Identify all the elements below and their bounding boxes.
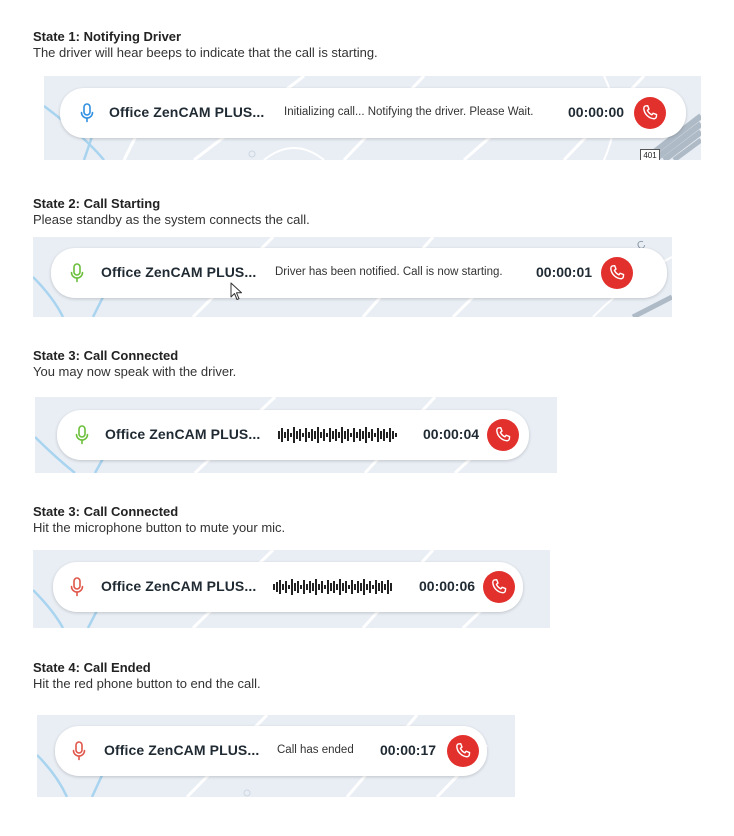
map-background: Office ZenCAM PLUS... 00:00:06 (33, 550, 550, 628)
phone-icon (489, 577, 509, 597)
microphone-icon[interactable] (74, 425, 90, 445)
state-3-mute-section: State 3: Call Connected Hit the micropho… (33, 504, 285, 536)
phone-icon (493, 425, 513, 445)
call-status-text: Driver has been notified. Call is now st… (275, 266, 503, 278)
state-description: Please standby as the system connects th… (33, 212, 310, 227)
end-call-button[interactable] (483, 571, 515, 603)
phone-icon (453, 741, 473, 761)
call-bar: Office ZenCAM PLUS... 00:00:04 (57, 410, 529, 460)
highway-shield: 401 (640, 149, 660, 160)
phone-icon (607, 263, 627, 283)
microphone-icon[interactable] (71, 741, 87, 761)
caller-name: Office ZenCAM PLUS... (101, 264, 257, 280)
call-bar: Office ZenCAM PLUS... 00:00:06 (53, 562, 523, 612)
map-background: Office ZenCAM PLUS... 00:00:04 (35, 397, 557, 473)
state-1-section: State 1: Notifying Driver The driver wil… (33, 29, 378, 61)
call-bar: Office ZenCAM PLUS... Initializing call.… (60, 88, 686, 138)
state-description: The driver will hear beeps to indicate t… (33, 45, 378, 60)
phone-icon (640, 103, 660, 123)
map-background: C Office ZenCAM PLUS... Driver has been … (33, 237, 672, 317)
state-description: Hit the red phone button to end the call… (33, 676, 261, 691)
mouse-cursor-icon (230, 282, 242, 300)
call-timer: 00:00:00 (568, 104, 625, 120)
state-description: Hit the microphone button to mute your m… (33, 520, 286, 535)
end-call-button[interactable] (601, 257, 633, 289)
caller-name: Office ZenCAM PLUS... (109, 104, 265, 120)
state-title: State 1: Notifying Driver (33, 29, 182, 44)
state-4-section: State 4: Call Ended Hit the red phone bu… (33, 660, 261, 692)
call-status-text: Initializing call... Notifying the drive… (284, 106, 534, 118)
state-title: State 4: Call Ended (33, 660, 151, 675)
end-call-button[interactable] (487, 419, 519, 451)
audio-waveform-icon (273, 579, 392, 595)
state-2-section: State 2: Call Starting Please standby as… (33, 196, 310, 228)
map-background: Office ZenCAM PLUS... Call has ended 00:… (37, 715, 515, 797)
caller-name: Office ZenCAM PLUS... (105, 426, 261, 442)
microphone-icon[interactable] (69, 263, 85, 283)
end-call-button[interactable] (447, 735, 479, 767)
call-timer: 00:00:04 (423, 426, 480, 442)
state-title: State 3: Call Connected (33, 504, 179, 519)
call-timer: 00:00:06 (419, 578, 476, 594)
caller-name: Office ZenCAM PLUS... (104, 742, 260, 758)
call-timer: 00:00:01 (536, 264, 593, 280)
state-3-section: State 3: Call Connected You may now spea… (33, 348, 236, 380)
microphone-icon[interactable] (79, 103, 95, 123)
map-background: 401 Office ZenCAM PLUS... Initializing c… (44, 76, 701, 160)
state-title: State 2: Call Starting (33, 196, 161, 211)
end-call-button[interactable] (634, 97, 666, 129)
microphone-icon[interactable] (69, 577, 85, 597)
call-timer: 00:00:17 (380, 742, 437, 758)
state-description: You may now speak with the driver. (33, 364, 237, 379)
call-bar: Office ZenCAM PLUS... Call has ended 00:… (55, 726, 487, 776)
call-status-text: Call has ended (277, 744, 354, 756)
state-title: State 3: Call Connected (33, 348, 179, 363)
caller-name: Office ZenCAM PLUS... (101, 578, 257, 594)
call-bar: Office ZenCAM PLUS... Driver has been no… (51, 248, 667, 298)
audio-waveform-icon (278, 427, 397, 443)
